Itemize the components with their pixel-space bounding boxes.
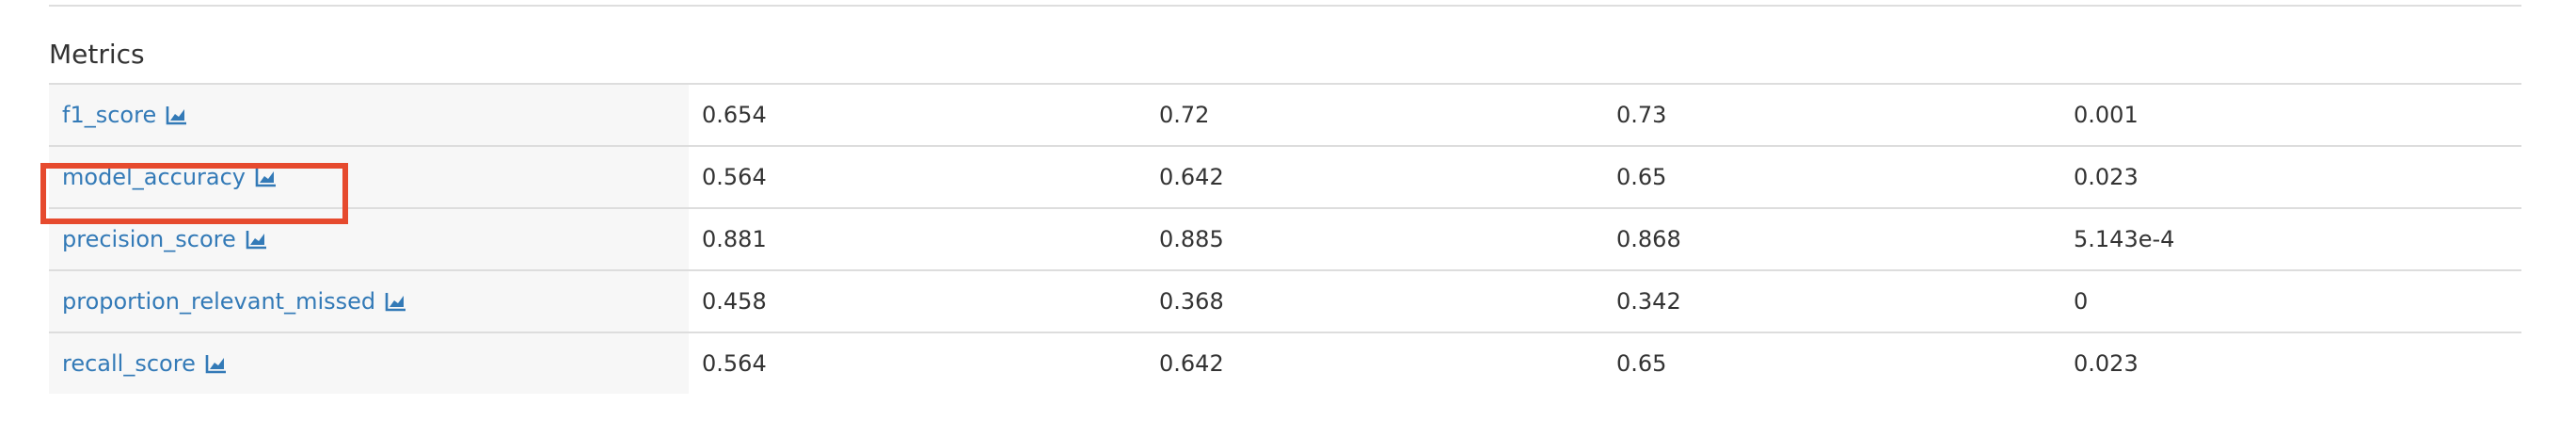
table-row: model_accuracy 0.564 0.642 0.65 0.023 <box>49 145 2521 207</box>
metric-name-cell: model_accuracy <box>49 147 689 207</box>
table-row: proportion_relevant_missed 0.458 0.368 0… <box>49 269 2521 332</box>
metric-name-cell: proportion_relevant_missed <box>49 271 689 332</box>
metric-link-model-accuracy[interactable]: model_accuracy <box>62 164 278 190</box>
chart-line-icon[interactable] <box>255 167 278 187</box>
chart-line-icon[interactable] <box>385 291 407 312</box>
metric-value: 0.342 <box>1616 288 1681 315</box>
metric-value: 0.368 <box>1159 288 1224 315</box>
metrics-table: f1_score 0.654 0.72 0.73 0.001 model_acc… <box>40 83 2521 394</box>
metric-value: 0.65 <box>1616 350 1667 377</box>
metric-name: recall_score <box>62 350 196 377</box>
table-row: precision_score 0.881 0.885 0.868 5.143e… <box>49 207 2521 269</box>
metric-name: model_accuracy <box>62 164 246 190</box>
chart-line-icon[interactable] <box>205 353 228 374</box>
metric-name-cell: precision_score <box>49 209 689 269</box>
metric-value: 5.143e-4 <box>2074 226 2175 252</box>
metric-value: 0.023 <box>2074 164 2139 190</box>
metric-name-cell: recall_score <box>49 333 689 394</box>
metric-value: 0.001 <box>2074 102 2139 128</box>
metric-value: 0.458 <box>702 288 767 315</box>
metric-value: 0.564 <box>702 350 767 377</box>
metric-name: precision_score <box>62 226 236 252</box>
metric-value: 0.023 <box>2074 350 2139 377</box>
metric-link-f1-score[interactable]: f1_score <box>62 102 188 128</box>
metric-name: f1_score <box>62 102 157 128</box>
metric-value: 0.868 <box>1616 226 1681 252</box>
metric-value: 0.72 <box>1159 102 1210 128</box>
chart-line-icon[interactable] <box>246 229 268 250</box>
top-divider <box>49 5 2521 7</box>
metric-name: proportion_relevant_missed <box>62 288 376 315</box>
table-row: f1_score 0.654 0.72 0.73 0.001 <box>49 83 2521 145</box>
table-row: recall_score 0.564 0.642 0.65 0.023 <box>49 332 2521 394</box>
metric-name-cell: f1_score <box>49 85 689 145</box>
metric-link-precision-score[interactable]: precision_score <box>62 226 268 252</box>
section-title: Metrics <box>49 39 145 70</box>
metric-value: 0.564 <box>702 164 767 190</box>
metric-value: 0.65 <box>1616 164 1667 190</box>
metric-link-recall-score[interactable]: recall_score <box>62 350 228 377</box>
metric-link-proportion-relevant-missed[interactable]: proportion_relevant_missed <box>62 288 407 315</box>
metrics-page: Metrics f1_score 0.654 0.72 0.73 0.001 m… <box>0 0 2576 437</box>
metric-value: 0.885 <box>1159 226 1224 252</box>
metric-value: 0.642 <box>1159 350 1224 377</box>
metric-value: 0.73 <box>1616 102 1667 128</box>
metric-value: 0.881 <box>702 226 767 252</box>
chart-line-icon[interactable] <box>166 105 188 125</box>
metric-value: 0 <box>2074 288 2089 315</box>
metric-value: 0.654 <box>702 102 767 128</box>
metric-value: 0.642 <box>1159 164 1224 190</box>
